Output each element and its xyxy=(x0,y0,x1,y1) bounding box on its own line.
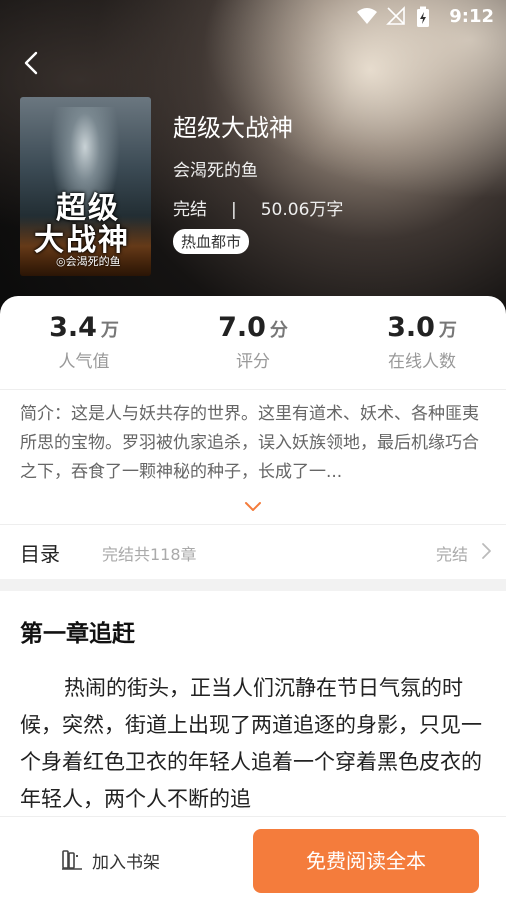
book-author[interactable]: 会渴死的鱼 xyxy=(173,156,343,181)
chevron-right-icon xyxy=(482,543,491,559)
stat-unit: 万 xyxy=(438,320,457,341)
word-count: 50.06万字 xyxy=(260,200,344,220)
cover-author: ◎会渴死的鱼 xyxy=(56,255,121,268)
read-free-button[interactable]: 免费阅读全本 xyxy=(253,829,479,893)
catalog-status: 完结 xyxy=(435,545,468,564)
no-signal-icon xyxy=(386,6,406,26)
catalog-row[interactable]: 目录 完结共118章 完结 xyxy=(0,526,506,578)
detail-card: 3.4 万 人气值 7.0 分 评分 3.0 万 在线人数 简介：这是人与妖共存的世界… xyxy=(0,296,506,900)
stat-unit: 分 xyxy=(269,320,288,341)
stat-value: 3.4 xyxy=(49,312,97,343)
stat-value: 3.0 xyxy=(387,312,435,343)
stat-label: 在线人数 xyxy=(388,352,456,372)
chapter-title: 第一章追赶 xyxy=(20,621,135,647)
stat-online: 3.0 万 在线人数 xyxy=(338,312,506,372)
divider xyxy=(0,389,506,390)
stat-popularity: 3.4 万 人气值 xyxy=(0,312,168,372)
book-title: 超级大战神 xyxy=(173,114,293,142)
stat-label: 评分 xyxy=(236,352,270,372)
back-button[interactable] xyxy=(18,46,48,80)
catalog-heading: 目录 xyxy=(20,542,60,566)
section-gap xyxy=(0,579,506,591)
catalog-chapter-count: 完结共118章 xyxy=(102,545,197,564)
status-time: 9:12 xyxy=(449,6,494,27)
bottom-action-bar: 加入书架 免费阅读全本 xyxy=(0,816,506,901)
stat-unit: 万 xyxy=(100,320,119,341)
add-to-shelf-label: 加入书架 xyxy=(92,852,160,873)
book-meta: 完结 | 50.06万字 xyxy=(173,195,343,220)
wifi-icon xyxy=(356,6,377,26)
add-to-shelf-button[interactable]: 加入书架 xyxy=(60,847,160,873)
meta-separator: | xyxy=(231,200,237,220)
book-cover: 超级 大战神 ◎会渴死的鱼 xyxy=(20,97,151,276)
chevron-left-icon xyxy=(24,51,38,75)
chapter-text: 热闹的街头，正当人们沉静在节日气氛的时候，突然，街道上出现了两道追逐的身影，只见… xyxy=(20,676,482,810)
stat-rating: 7.0 分 评分 xyxy=(169,312,337,372)
stat-label: 人气值 xyxy=(58,352,110,372)
divider xyxy=(0,524,506,525)
battery-charging-icon xyxy=(416,6,436,27)
chevron-down-icon xyxy=(245,502,261,511)
book-info: 超级大战神 会渴死的鱼 完结 | 50.06万字 热血都市 xyxy=(173,112,343,254)
genre-tag[interactable]: 热血都市 xyxy=(173,229,250,254)
book-status: 完结 xyxy=(173,200,207,220)
expand-intro-button[interactable] xyxy=(243,498,263,512)
stats-row: 3.4 万 人气值 7.0 分 评分 3.0 万 在线人数 xyxy=(0,312,506,382)
status-bar: 9:12 xyxy=(0,0,506,34)
book-intro: 简介：这是人与妖共存的世界。这里有道术、妖术、各种匪夷所思的宝物。罗羽被仇家追杀… xyxy=(20,404,479,482)
stat-value: 7.0 xyxy=(218,312,266,343)
bookshelf-icon xyxy=(62,850,82,870)
